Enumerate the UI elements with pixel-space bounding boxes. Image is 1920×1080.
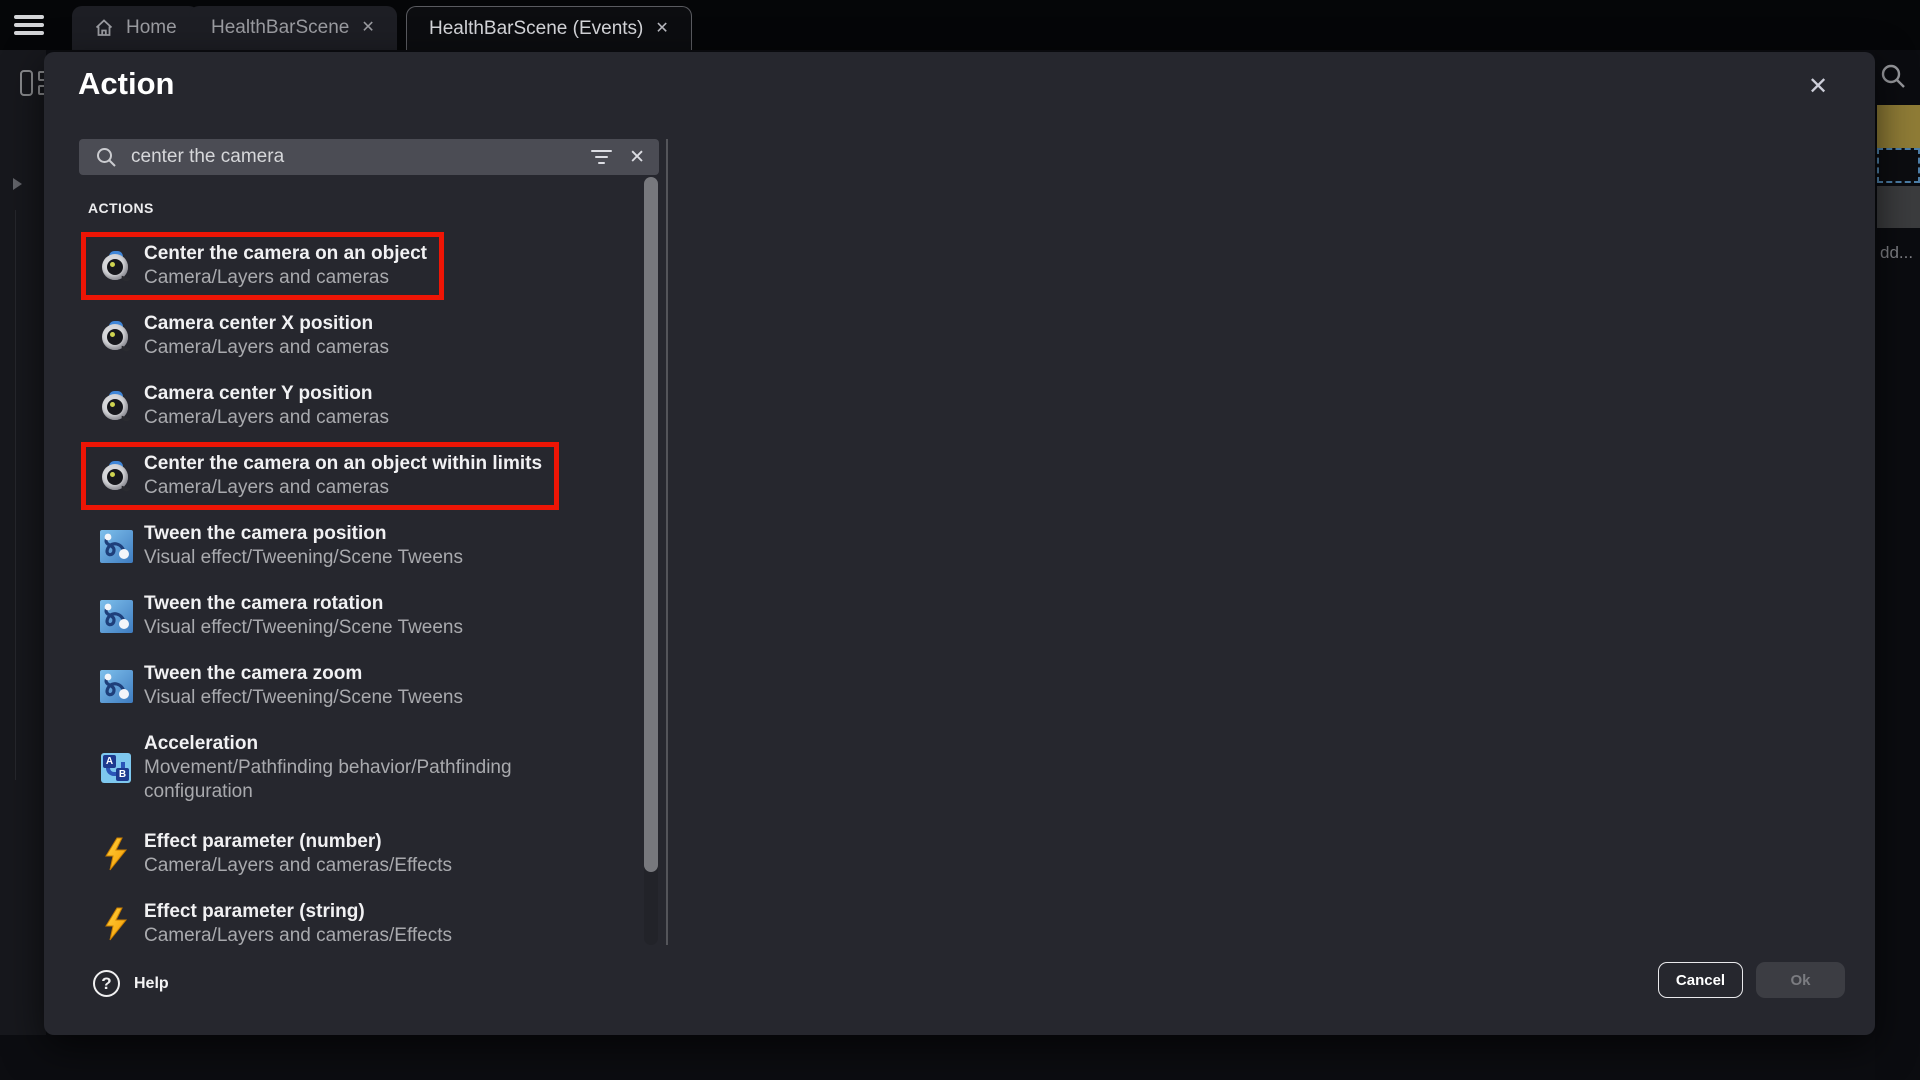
action-item-center-camera-on-object[interactable]: Center the camera on an object Camera/La… <box>81 232 444 300</box>
scrollbar-track[interactable] <box>644 177 658 945</box>
action-path: Camera/Layers and cameras <box>144 406 389 430</box>
menu-icon[interactable] <box>14 15 48 37</box>
tab-home[interactable]: Home <box>72 6 199 50</box>
search-icon <box>95 146 117 168</box>
action-path: Movement/Pathfinding behavior/Pathfindin… <box>144 756 625 804</box>
action-path: Visual effect/Tweening/Scene Tweens <box>144 546 463 570</box>
search-input[interactable] <box>131 146 589 168</box>
action-item-tween-camera-rotation[interactable]: Tween the camera rotation Visual effect/… <box>81 582 480 650</box>
cancel-button[interactable]: Cancel <box>1658 962 1743 998</box>
help-icon: ? <box>93 970 120 997</box>
section-header: ACTIONS <box>88 200 154 216</box>
lightning-icon <box>98 906 134 942</box>
action-title: Tween the camera zoom <box>144 662 463 686</box>
action-path: Visual effect/Tweening/Scene Tweens <box>144 616 463 640</box>
tab-label: Home <box>126 17 177 39</box>
tab-label: HealthBarScene (Events) <box>429 18 643 40</box>
camera-icon <box>98 388 134 424</box>
action-path: Camera/Layers and cameras <box>144 336 389 360</box>
action-title: Camera center Y position <box>144 382 389 406</box>
close-tab-icon[interactable]: ✕ <box>655 21 668 37</box>
tween-icon <box>98 598 134 634</box>
search-icon[interactable] <box>1879 62 1907 95</box>
action-title: Tween the camera position <box>144 522 463 546</box>
camera-icon <box>98 248 134 284</box>
action-path: Camera/Layers and cameras/Effects <box>144 924 452 945</box>
event-block-gray <box>1877 186 1920 228</box>
help-button[interactable]: ? Help <box>93 970 169 997</box>
scrollbar-thumb[interactable] <box>644 177 658 872</box>
action-path: Camera/Layers and cameras <box>144 476 542 500</box>
lightning-icon <box>98 836 134 872</box>
action-title: Camera center X position <box>144 312 389 336</box>
event-tree-line <box>15 210 16 780</box>
search-bar[interactable]: ✕ <box>79 139 659 175</box>
filter-icon[interactable] <box>589 146 613 167</box>
action-item-center-camera-within-limits[interactable]: Center the camera on an object within li… <box>81 442 559 510</box>
action-title: Effect parameter (string) <box>144 900 452 924</box>
event-block-yellow <box>1877 105 1920 148</box>
events-editor-left-edge <box>0 50 46 1035</box>
action-path: Camera/Layers and cameras/Effects <box>144 854 452 878</box>
action-dialog: Action ✕ ✕ ACTIONS Center the camera on … <box>44 52 1875 1035</box>
tab-label: HealthBarScene <box>211 17 349 39</box>
list-divider <box>666 139 668 945</box>
tab-healthbarscene-events[interactable]: HealthBarScene (Events) ✕ <box>406 6 692 50</box>
pathfinding-icon: A B <box>98 750 134 786</box>
tab-bar: Home HealthBarScene ✕ HealthBarScene (Ev… <box>0 0 1920 50</box>
action-title: Tween the camera rotation <box>144 592 463 616</box>
event-block-selected <box>1877 148 1920 183</box>
event-row-arrow-icon <box>13 178 22 190</box>
close-tab-icon[interactable]: ✕ <box>361 20 374 36</box>
action-item-effect-parameter-number[interactable]: Effect parameter (number) Camera/Layers … <box>81 820 469 888</box>
action-title: Effect parameter (number) <box>144 830 452 854</box>
camera-icon <box>98 458 134 494</box>
tween-icon <box>98 528 134 564</box>
dialog-title: Action <box>78 66 174 102</box>
action-title: Center the camera on an object within li… <box>144 452 542 476</box>
action-title: Center the camera on an object <box>144 242 427 266</box>
tab-healthbarscene[interactable]: HealthBarScene ✕ <box>189 6 397 50</box>
camera-icon <box>98 318 134 354</box>
truncated-add-text: dd... <box>1880 243 1913 263</box>
action-item-acceleration[interactable]: A B Acceleration Movement/Pathfinding be… <box>81 722 642 814</box>
action-title: Acceleration <box>144 732 625 756</box>
action-item-effect-parameter-string[interactable]: Effect parameter (string) Camera/Layers … <box>81 890 469 945</box>
action-path: Visual effect/Tweening/Scene Tweens <box>144 686 463 710</box>
action-item-camera-center-x[interactable]: Camera center X position Camera/Layers a… <box>81 302 406 370</box>
clear-search-icon[interactable]: ✕ <box>629 148 645 167</box>
action-item-camera-center-y[interactable]: Camera center Y position Camera/Layers a… <box>81 372 406 440</box>
close-icon[interactable]: ✕ <box>1802 70 1834 102</box>
tween-icon <box>98 668 134 704</box>
help-label: Help <box>134 975 169 993</box>
action-item-tween-camera-zoom[interactable]: Tween the camera zoom Visual effect/Twee… <box>81 652 480 720</box>
actions-list: ACTIONS Center the camera on an object C… <box>44 192 642 945</box>
events-editor-right-edge: dd... <box>1875 50 1920 1080</box>
home-icon <box>94 18 114 38</box>
action-item-tween-camera-position[interactable]: Tween the camera position Visual effect/… <box>81 512 480 580</box>
ok-button[interactable]: Ok <box>1756 962 1845 998</box>
action-path: Camera/Layers and cameras <box>144 266 427 290</box>
